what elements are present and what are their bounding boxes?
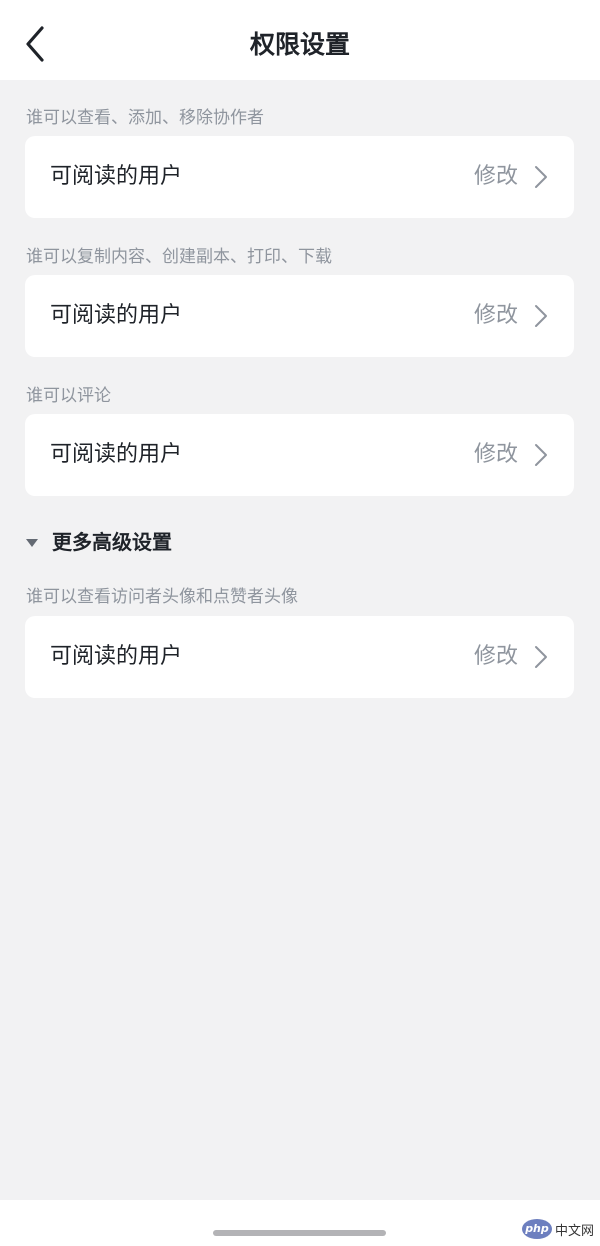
more-settings-label: 更多高级设置: [52, 530, 172, 554]
edit-link[interactable]: 修改: [474, 616, 518, 698]
permission-row-copy-print-download[interactable]: 可阅读的用户 修改: [25, 275, 574, 357]
permission-value: 可阅读的用户: [50, 442, 183, 467]
section-label-manage-collaborators: 谁可以查看、添加、移除协作者: [26, 108, 264, 128]
permission-value: 可阅读的用户: [50, 303, 183, 328]
chevron-right-icon: [535, 646, 547, 668]
section-label-comment: 谁可以评论: [26, 386, 111, 406]
permission-row-comment[interactable]: 可阅读的用户 修改: [25, 414, 574, 496]
permission-row-manage-collaborators[interactable]: 可阅读的用户 修改: [25, 136, 574, 218]
section-label-view-avatars: 谁可以查看访问者头像和点赞者头像: [26, 587, 298, 607]
permission-value: 可阅读的用户: [50, 644, 183, 669]
chevron-right-icon: [535, 305, 547, 327]
chevron-right-icon: [535, 166, 547, 188]
bottom-bar: php 中文网: [0, 1200, 600, 1246]
watermark: php 中文网: [521, 1216, 594, 1242]
edit-link[interactable]: 修改: [474, 136, 518, 218]
nav-bar: 权限设置: [0, 0, 600, 80]
edit-link[interactable]: 修改: [474, 275, 518, 357]
edit-link[interactable]: 修改: [474, 414, 518, 496]
caret-down-icon: [26, 539, 38, 547]
home-indicator[interactable]: [213, 1230, 386, 1236]
section-label-copy-print-download: 谁可以复制内容、创建副本、打印、下载: [26, 247, 332, 267]
permission-row-view-avatars[interactable]: 可阅读的用户 修改: [25, 616, 574, 698]
watermark-logo: php: [521, 1219, 552, 1239]
chevron-right-icon: [535, 444, 547, 466]
permission-value: 可阅读的用户: [50, 164, 183, 189]
watermark-text: 中文网: [554, 1223, 594, 1239]
page-title: 权限设置: [249, 30, 350, 59]
